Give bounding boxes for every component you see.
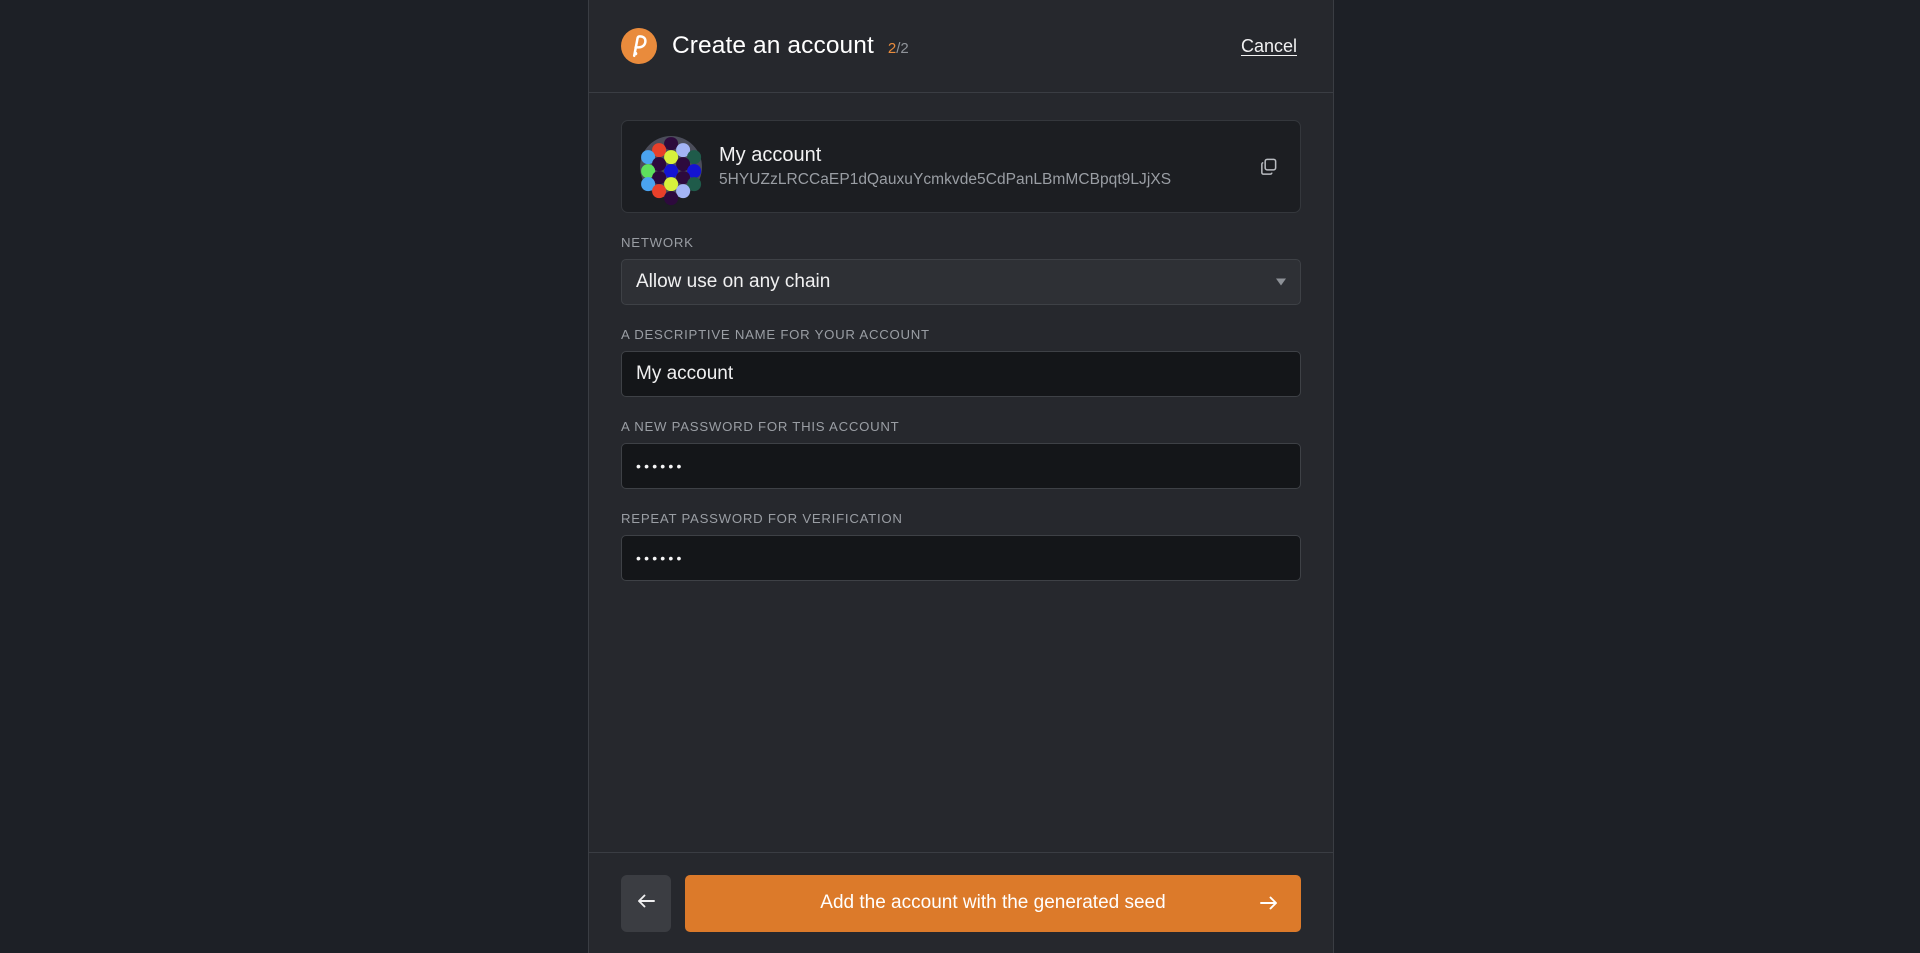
submit-button-label: Add the account with the generated seed	[820, 892, 1166, 913]
step-counter: 2/2	[888, 40, 909, 57]
field-account-name: A DESCRIPTIVE NAME FOR YOUR ACCOUNT My a…	[621, 327, 1301, 397]
identicon-avatar	[640, 135, 702, 206]
field-password: A NEW PASSWORD FOR THIS ACCOUNT ••••••	[621, 419, 1301, 489]
account-name-label: A DESCRIPTIVE NAME FOR YOUR ACCOUNT	[621, 327, 930, 342]
step-current: 2	[887, 39, 897, 57]
extension-panel: Create an account 2/2 Cancel My account …	[588, 0, 1334, 953]
cancel-button[interactable]: Cancel	[1241, 36, 1297, 57]
screen-root: Create an account 2/2 Cancel My account …	[0, 0, 1920, 953]
account-address: 5HYUZzLRCCaEP1dQauxuYcmkvde5CdPanLBmMCBp…	[719, 171, 1172, 189]
step-total: /2	[896, 39, 909, 57]
copy-icon[interactable]	[1254, 153, 1282, 181]
panel-body: My account 5HYUZzLRCCaEP1dQauxuYcmkvde5C…	[589, 93, 1333, 852]
submit-button[interactable]: Add the account with the generated seed	[685, 874, 1301, 932]
network-select-value: Allow use on any chain	[636, 271, 831, 292]
account-name: My account	[719, 144, 822, 167]
network-select[interactable]: Allow use on any chain	[621, 259, 1301, 305]
chevron-down-icon	[1276, 278, 1286, 286]
network-label: NETWORK	[621, 235, 694, 250]
account-summary-card: My account 5HYUZzLRCCaEP1dQauxuYcmkvde5C…	[621, 120, 1301, 213]
password-label: A NEW PASSWORD FOR THIS ACCOUNT	[621, 419, 900, 434]
panel-header: Create an account 2/2 Cancel	[589, 0, 1333, 93]
account-name-input-value: My account	[636, 363, 734, 384]
account-meta: My account 5HYUZzLRCCaEP1dQauxuYcmkvde5C…	[719, 144, 1171, 188]
field-password-repeat: REPEAT PASSWORD FOR VERIFICATION ••••••	[621, 511, 1301, 581]
field-network: NETWORK Allow use on any chain	[621, 235, 1301, 305]
identicon-dot-18	[664, 191, 678, 206]
panel-footer: Add the account with the generated seed	[589, 852, 1333, 953]
back-button[interactable]	[621, 874, 671, 932]
identicon-dot-17	[675, 184, 690, 199]
page-title: Create an account	[672, 32, 874, 59]
arrow-left-icon	[636, 893, 656, 914]
password-input-value: ••••••	[636, 458, 685, 474]
arrow-right-icon	[1259, 895, 1279, 911]
account-name-input[interactable]: My account	[621, 351, 1301, 397]
password-repeat-input[interactable]: ••••••	[621, 535, 1301, 581]
polkadot-logo-icon	[621, 28, 657, 64]
password-repeat-label: REPEAT PASSWORD FOR VERIFICATION	[621, 511, 903, 526]
password-repeat-input-value: ••••••	[636, 550, 685, 566]
password-input[interactable]: ••••••	[621, 443, 1301, 489]
